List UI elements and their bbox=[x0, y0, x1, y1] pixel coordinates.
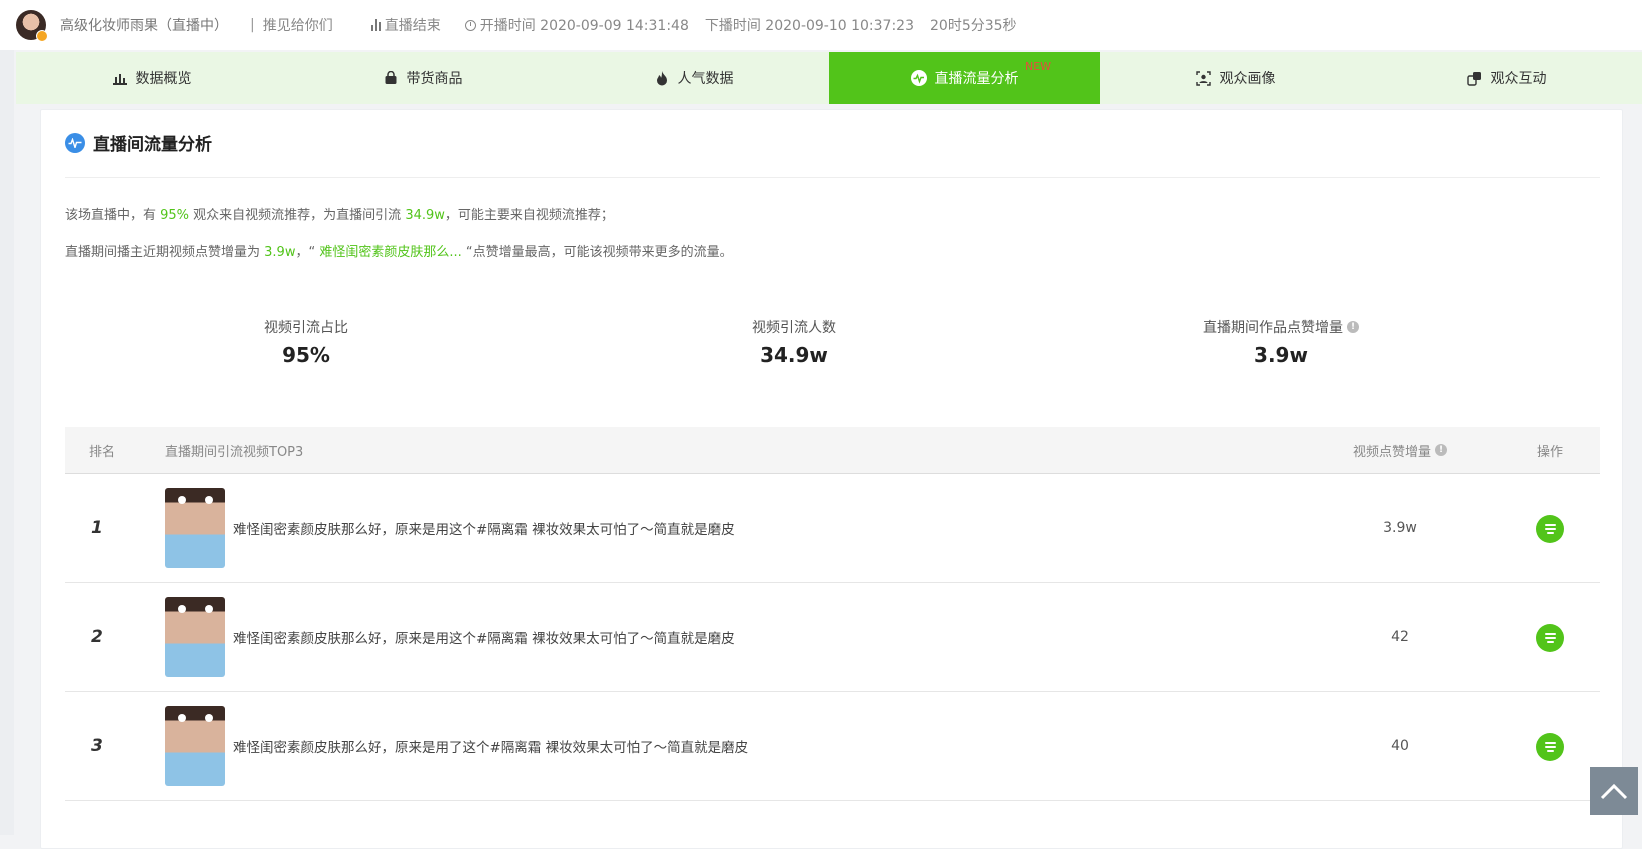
portrait-icon bbox=[1196, 70, 1212, 86]
rank-number: 3 bbox=[91, 736, 103, 756]
traffic-analysis-card: 直播间流量分析 该场直播中，有 95% 观众来自视频流推荐，为直播间引流 34.… bbox=[40, 109, 1623, 849]
summary-text: ，可能主要来自视频流推荐； bbox=[444, 208, 614, 223]
top3-video-table: 排名 直播期间引流视频TOP3 视频点赞增量! 操作 1 难怪闺密素颜皮肤那么好… bbox=[65, 427, 1600, 801]
video-thumbnail[interactable] bbox=[165, 597, 225, 677]
flame-icon bbox=[654, 70, 670, 86]
table-row: 2 难怪闺密素颜皮肤那么好，原来是用这个#隔离霜 裸妆效果太可怕了～简直就是磨皮… bbox=[65, 583, 1600, 692]
rank-number: 2 bbox=[91, 627, 103, 647]
summary-text: 直播期间播主近期视频点赞增量为 bbox=[65, 245, 265, 260]
table-row: 3 难怪闺密素颜皮肤那么好，原来是用了这个#隔离霜 裸妆效果太可怕了～简直就是磨… bbox=[65, 692, 1600, 801]
op-cell bbox=[1500, 623, 1600, 652]
summary-text: 该场直播中，有 bbox=[65, 208, 161, 223]
table-header: 排名 直播期间引流视频TOP3 视频点赞增量! 操作 bbox=[65, 427, 1600, 474]
metric-label: 直播期间作品点赞增量 bbox=[1203, 320, 1343, 336]
summary-line-2: 直播期间播主近期视频点赞增量为 3.9w，“ 难怪闺密素颜皮肤那么... “点赞… bbox=[65, 241, 733, 260]
pulse-icon bbox=[910, 70, 927, 86]
metric-likes-increase: 直播期间作品点赞增量! 3.9w bbox=[1131, 317, 1431, 367]
detail-list-button[interactable] bbox=[1536, 732, 1564, 761]
tab-products[interactable]: 带货商品 bbox=[287, 52, 558, 104]
metric-value: 95% bbox=[282, 343, 330, 367]
tab-label: 人气数据 bbox=[677, 71, 734, 87]
shopping-bag-icon bbox=[383, 70, 399, 86]
tab-label: 观众画像 bbox=[1219, 71, 1276, 87]
tab-traffic-analysis[interactable]: 直播流量分析 NEW bbox=[829, 52, 1100, 104]
likes-value: 3.9w bbox=[1383, 520, 1417, 536]
metric-label: 视频引流占比 bbox=[264, 320, 348, 336]
op-cell bbox=[1500, 732, 1600, 761]
bar-chart-icon bbox=[112, 70, 128, 86]
info-icon[interactable]: ! bbox=[1347, 321, 1359, 333]
detail-list-button[interactable] bbox=[1536, 623, 1564, 652]
video-cell: 难怪闺密素颜皮肤那么好，原来是用这个#隔离霜 裸妆效果太可怕了～简直就是磨皮 bbox=[165, 597, 1300, 677]
header-op: 操作 bbox=[1536, 444, 1563, 460]
duration: 20时5分35秒 bbox=[930, 18, 1017, 34]
start-time-label: 开播时间 2020-09-09 14:31:48 bbox=[479, 18, 689, 34]
header-likes-label: 视频点赞增量 bbox=[1352, 444, 1431, 460]
summary-text: ，“ bbox=[295, 245, 320, 260]
tab-label: 数据概览 bbox=[135, 71, 192, 87]
left-rail bbox=[0, 50, 14, 835]
summary-text: “点赞增量最高，可能该视频带来更多的流量。 bbox=[461, 245, 733, 260]
likes-value: 42 bbox=[1391, 629, 1409, 645]
end-time-label: 下播时间 2020-09-10 10:37:23 bbox=[704, 18, 914, 34]
card-header: 直播间流量分析 bbox=[65, 130, 212, 155]
table-row: 1 难怪闺密素颜皮肤那么好，原来是用这个#隔离霜 裸妆效果太可怕了～简直就是磨皮… bbox=[65, 474, 1600, 583]
interaction-icon bbox=[1467, 70, 1483, 86]
video-title[interactable]: 难怪闺密素颜皮肤那么好，原来是用这个#隔离霜 裸妆效果太可怕了～简直就是磨皮 bbox=[233, 627, 735, 647]
likes-increase: 3.9w bbox=[264, 245, 296, 260]
rank-number: 1 bbox=[91, 518, 103, 538]
status-text: 直播结束 bbox=[384, 18, 441, 34]
metric-value: 34.9w bbox=[760, 343, 828, 367]
back-to-top-button[interactable] bbox=[1590, 767, 1638, 815]
video-traffic-count: 34.9w bbox=[405, 208, 445, 223]
top-video-link[interactable]: 难怪闺密素颜皮肤那么... bbox=[319, 245, 461, 260]
video-thumbnail[interactable] bbox=[165, 706, 225, 786]
header-likes: 视频点赞增量! bbox=[1300, 441, 1500, 460]
tab-audience-interaction[interactable]: 观众互动 bbox=[1371, 52, 1642, 104]
clock-icon bbox=[464, 19, 476, 31]
info-icon[interactable]: ! bbox=[1435, 444, 1447, 456]
tab-overview[interactable]: 数据概览 bbox=[16, 52, 287, 104]
live-status: 直播结束 bbox=[370, 15, 441, 35]
pulse-icon bbox=[65, 132, 85, 153]
tab-popularity[interactable]: 人气数据 bbox=[558, 52, 829, 104]
card-title: 直播间流量分析 bbox=[93, 135, 212, 155]
start-time: 开播时间 2020-09-09 14:31:48 bbox=[464, 15, 689, 35]
header-rank: 排名 bbox=[89, 444, 116, 460]
chevron-up-icon bbox=[1600, 783, 1628, 800]
metric-video-traffic-ratio: 视频引流占比 95% bbox=[156, 317, 456, 367]
detail-list-button[interactable] bbox=[1536, 514, 1564, 543]
tab-audience-portrait[interactable]: 观众画像 bbox=[1100, 52, 1371, 104]
tab-label: 带货商品 bbox=[406, 71, 463, 87]
top-bar: 高级化妆师雨果（直播中） | 推见给你们 直播结束 开播时间 2020-09-0… bbox=[0, 0, 1642, 50]
video-title[interactable]: 难怪闺密素颜皮肤那么好，原来是用了这个#隔离霜 裸妆效果太可怕了～简直就是磨皮 bbox=[233, 736, 748, 756]
tab-label: 观众互动 bbox=[1490, 71, 1547, 87]
streamer-name[interactable]: 高级化妆师雨果（直播中） bbox=[60, 15, 228, 35]
tab-label: 直播流量分析 bbox=[934, 71, 1019, 87]
summary-text: 观众来自视频流推荐，为直播间引流 bbox=[189, 208, 406, 223]
bars-icon bbox=[370, 19, 381, 31]
share-text: 推见给你们 bbox=[262, 18, 333, 34]
video-cell: 难怪闺密素颜皮肤那么好，原来是用了这个#隔离霜 裸妆效果太可怕了～简直就是磨皮 bbox=[165, 706, 1300, 786]
likes-value: 40 bbox=[1391, 738, 1409, 754]
header-video: 直播期间引流视频TOP3 bbox=[165, 444, 304, 460]
tab-bar: 数据概览 带货商品 人气数据 直播流量分析 NEW 观众画像 观众互动 bbox=[16, 52, 1642, 104]
metric-label: 视频引流人数 bbox=[752, 320, 836, 336]
separator: | bbox=[250, 17, 255, 33]
divider bbox=[65, 177, 1600, 178]
video-title[interactable]: 难怪闺密素颜皮肤那么好，原来是用这个#隔离霜 裸妆效果太可怕了～简直就是磨皮 bbox=[233, 518, 735, 538]
video-cell: 难怪闺密素颜皮肤那么好，原来是用这个#隔离霜 裸妆效果太可怕了～简直就是磨皮 bbox=[165, 488, 1300, 568]
new-badge: NEW bbox=[1025, 60, 1052, 73]
op-cell bbox=[1500, 514, 1600, 543]
metric-value: 3.9w bbox=[1254, 343, 1308, 367]
summary-line-1: 该场直播中，有 95% 观众来自视频流推荐，为直播间引流 34.9w，可能主要来… bbox=[65, 204, 614, 223]
metric-video-traffic-count: 视频引流人数 34.9w bbox=[644, 317, 944, 367]
video-traffic-pct: 95% bbox=[160, 208, 190, 223]
video-thumbnail[interactable] bbox=[165, 488, 225, 568]
streamer-avatar[interactable] bbox=[16, 10, 48, 42]
